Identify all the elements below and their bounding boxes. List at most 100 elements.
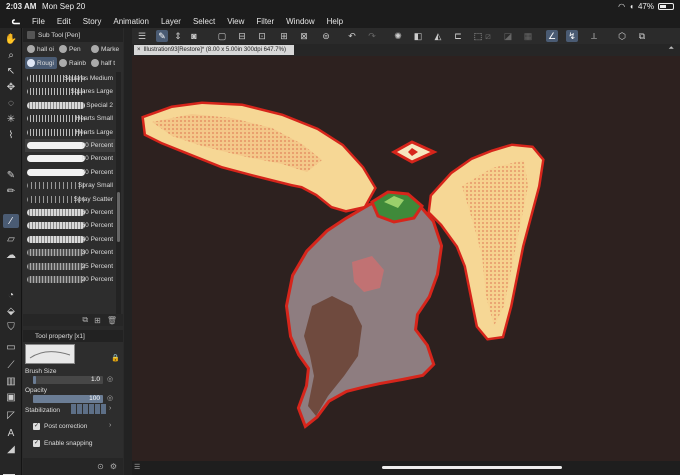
- chevron-right-icon[interactable]: ›: [109, 422, 111, 429]
- menu-view[interactable]: View: [227, 17, 244, 26]
- hamburger-menu-icon[interactable]: ☰: [136, 30, 148, 42]
- brush-item[interactable]: 40 Percent: [25, 233, 115, 246]
- brush-icon[interactable]: ∕: [3, 214, 19, 228]
- pressure-icon[interactable]: ◎: [107, 394, 113, 402]
- brush-item[interactable]: Spray Scatter: [25, 193, 115, 206]
- brush-stroke-icon[interactable]: ↯: [566, 30, 578, 42]
- drawing-canvas[interactable]: [132, 56, 680, 461]
- layer-icon[interactable]: ⧉: [636, 30, 648, 42]
- hand-icon[interactable]: ✋: [3, 32, 19, 46]
- opacity-slider[interactable]: 100: [33, 395, 103, 403]
- cloud-icon[interactable]: ⊜: [320, 30, 332, 42]
- brush-item[interactable]: 50 Percent: [25, 219, 115, 232]
- move-layer-icon[interactable]: ✥: [3, 80, 19, 94]
- correct-line-icon[interactable]: ◢: [3, 442, 19, 456]
- brush-item[interactable]: Squares Medium: [25, 72, 115, 85]
- brush-item[interactable]: Hearts Small: [25, 112, 115, 125]
- lock-icon[interactable]: 🔒: [111, 354, 120, 362]
- brush-item[interactable]: 80 Percent: [25, 152, 115, 165]
- sub-tool-group-tab[interactable]: Marke: [91, 43, 121, 55]
- transform-icon[interactable]: ⊏: [452, 30, 464, 42]
- fill-icon[interactable]: ⬙: [3, 304, 19, 318]
- collapse-panel-icon[interactable]: ☰: [134, 463, 140, 471]
- collapse-tabs-icon[interactable]: ⏶: [668, 45, 674, 53]
- delete-subtool-icon[interactable]: 🗑: [107, 316, 117, 325]
- balloon-icon[interactable]: ▣: [3, 390, 19, 404]
- export-icon[interactable]: ⊞: [278, 30, 290, 42]
- new-file-icon[interactable]: ▢: [216, 30, 228, 42]
- pencil-icon[interactable]: ✏: [3, 184, 19, 198]
- clear-icon[interactable]: ✺: [392, 30, 404, 42]
- lasso-icon[interactable]: ◌: [3, 96, 19, 110]
- zoom-icon[interactable]: ⌕: [3, 48, 19, 62]
- sub-tool-group-tab[interactable]: Rougi: [25, 57, 57, 69]
- canvas-tab[interactable]: × Illustration93[Restore]* (8.00 x 5.00i…: [134, 45, 294, 55]
- bucket-icon[interactable]: ⛉: [3, 320, 19, 334]
- selection-icon[interactable]: ⧄: [482, 30, 494, 42]
- brush-item[interactable]: 90 Percent: [25, 139, 115, 152]
- panel-collapse-strip[interactable]: [124, 28, 132, 475]
- stabilization-bar[interactable]: [71, 404, 106, 414]
- sub-tool-group-tab[interactable]: hall oi: [27, 43, 57, 55]
- home-indicator[interactable]: [382, 466, 562, 469]
- enable-snapping-checkbox[interactable]: ✓: [33, 440, 40, 447]
- blend-icon[interactable]: ☁: [3, 248, 19, 262]
- grid-icon[interactable]: ▦: [522, 30, 534, 42]
- reset-icon[interactable]: ⊙: [97, 462, 104, 471]
- menu-story[interactable]: Story: [83, 17, 102, 26]
- menu-animation[interactable]: Animation: [113, 17, 149, 26]
- menu-layer[interactable]: Layer: [161, 17, 181, 26]
- share-icon[interactable]: ⊠: [298, 30, 310, 42]
- tab-close-icon[interactable]: ×: [137, 47, 141, 53]
- app-logo-icon[interactable]: ᓚ: [8, 16, 24, 27]
- redo-icon[interactable]: ↷: [366, 30, 378, 42]
- auto-select-icon[interactable]: ✳: [3, 112, 19, 126]
- menu-help[interactable]: Help: [327, 17, 343, 26]
- invert-selection-icon[interactable]: ◪: [502, 30, 514, 42]
- save-icon[interactable]: ⊡: [256, 30, 268, 42]
- chevron-right-icon[interactable]: ›: [109, 405, 111, 412]
- brush-item[interactable]: 25 Percent: [25, 260, 115, 273]
- brush-item[interactable]: Special 2: [25, 99, 115, 112]
- menu-select[interactable]: Select: [193, 17, 215, 26]
- sub-tool-group-tab[interactable]: half t: [91, 57, 121, 69]
- brush-item[interactable]: 30 Percent: [25, 246, 115, 259]
- chevron-updown-icon[interactable]: ⇕: [172, 30, 184, 42]
- stroke-mode-icon[interactable]: ∠: [546, 30, 558, 42]
- frame-icon[interactable]: ▥: [3, 374, 19, 388]
- copy-subtool-icon[interactable]: ⧉: [82, 315, 88, 325]
- add-subtool-icon[interactable]: ⊞: [94, 316, 101, 325]
- brush-item[interactable]: 70 Percent: [25, 166, 115, 179]
- color-fill-icon[interactable]: ◭: [432, 30, 444, 42]
- edit-mode-icon[interactable]: ✎: [156, 30, 168, 42]
- camera-icon[interactable]: ◙: [188, 30, 200, 42]
- brush-list-scrollbar[interactable]: [116, 72, 121, 320]
- eraser-icon[interactable]: ▱: [3, 232, 19, 246]
- undo-icon[interactable]: ↶: [346, 30, 358, 42]
- menu-window[interactable]: Window: [286, 17, 314, 26]
- operation-icon[interactable]: ↖: [3, 64, 19, 78]
- brush-item[interactable]: Squares Large: [25, 85, 115, 98]
- ruler-icon[interactable]: ◸: [3, 408, 19, 422]
- settings-icon[interactable]: ⚙: [110, 462, 117, 471]
- sub-tool-menu-icon[interactable]: [27, 31, 35, 39]
- sub-tool-group-tab[interactable]: Pen: [59, 43, 89, 55]
- gradient-tool-icon[interactable]: ▭: [3, 340, 19, 354]
- brush-size-slider[interactable]: 1.0: [33, 376, 103, 384]
- airbrush-icon[interactable]: ◔: [3, 288, 19, 302]
- menu-file[interactable]: File: [32, 17, 45, 26]
- brush-item[interactable]: 20 Percent: [25, 273, 115, 286]
- text-icon[interactable]: A: [3, 426, 19, 440]
- open-file-icon[interactable]: ⊟: [236, 30, 248, 42]
- line-icon[interactable]: ⟂: [588, 30, 600, 42]
- brush-item[interactable]: Spray Small: [25, 179, 115, 192]
- menu-filter[interactable]: Filter: [256, 17, 274, 26]
- figure-icon[interactable]: ⟋: [3, 358, 19, 372]
- 3d-icon[interactable]: ⬡: [616, 30, 628, 42]
- pressure-icon[interactable]: ◎: [107, 375, 113, 383]
- brush-item[interactable]: Hearts Large: [25, 126, 115, 139]
- post-correction-checkbox[interactable]: ✓: [33, 423, 40, 430]
- brush-item[interactable]: 60 Percent: [25, 206, 115, 219]
- menu-edit[interactable]: Edit: [57, 17, 71, 26]
- sub-tool-group-tab[interactable]: Rainb: [59, 57, 89, 69]
